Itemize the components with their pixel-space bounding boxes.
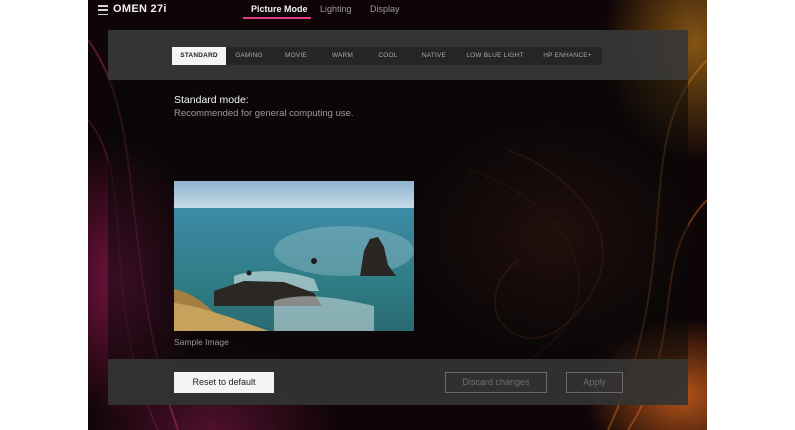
tab-display[interactable]: Display	[370, 4, 400, 14]
sample-image-caption: Sample Image	[174, 337, 229, 347]
sample-image	[174, 181, 414, 331]
action-footer: Reset to default Discard changes Apply	[108, 359, 688, 405]
mode-cool-button[interactable]: COOL	[365, 47, 411, 65]
mode-warm-button[interactable]: WARM	[320, 47, 365, 65]
active-tab-indicator	[243, 17, 311, 19]
tab-lighting[interactable]: Lighting	[320, 4, 352, 14]
mode-hp-enhance-button[interactable]: HP ENHANCE+	[533, 47, 602, 65]
mode-native-button[interactable]: NATIVE	[411, 47, 457, 65]
picture-mode-panel: STANDARD GAMING MOVIE WARM COOL NATIVE L…	[108, 30, 688, 405]
mode-description: Recommended for general computing use.	[174, 108, 354, 119]
app-title: OMEN 27i	[113, 3, 167, 15]
mode-standard-button[interactable]: STANDARD	[172, 47, 226, 65]
mode-title: Standard mode:	[174, 94, 249, 106]
app-window: OMEN 27i Picture Mode Lighting Display S…	[88, 0, 707, 430]
hamburger-menu-icon[interactable]	[98, 5, 108, 15]
mode-movie-button[interactable]: MOVIE	[272, 47, 320, 65]
top-bar: OMEN 27i Picture Mode Lighting Display	[88, 0, 707, 24]
discard-changes-button[interactable]: Discard changes	[445, 372, 547, 393]
apply-button[interactable]: Apply	[566, 372, 623, 393]
mode-selector-bar: STANDARD GAMING MOVIE WARM COOL NATIVE L…	[108, 30, 688, 80]
mode-low-blue-light-button[interactable]: LOW BLUE LIGHT	[457, 47, 533, 65]
tab-picture-mode[interactable]: Picture Mode	[251, 4, 308, 14]
mode-segmented-control: STANDARD GAMING MOVIE WARM COOL NATIVE L…	[172, 47, 602, 65]
reset-to-default-button[interactable]: Reset to default	[174, 372, 274, 393]
mode-gaming-button[interactable]: GAMING	[226, 47, 272, 65]
